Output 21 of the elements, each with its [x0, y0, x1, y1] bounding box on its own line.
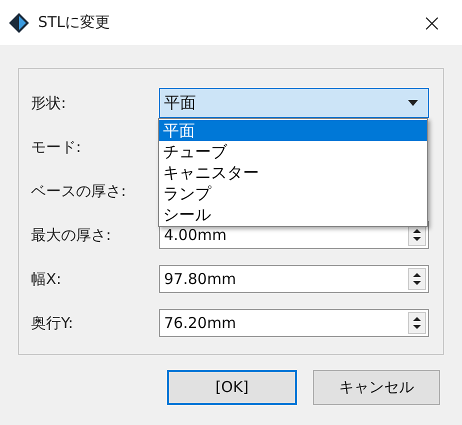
field-label: モード: [31, 136, 82, 158]
field-label: 奥行Y: [31, 312, 74, 334]
field-label: 最大の厚さ: [31, 224, 112, 246]
field-label: 形状: [31, 92, 68, 114]
dropdown-item[interactable]: ランプ [159, 183, 427, 204]
close-button[interactable]: × [422, 10, 442, 34]
dropdown-item[interactable]: キャニスター [159, 162, 427, 183]
spin-arrows-icon[interactable] [408, 312, 426, 334]
ok-button[interactable]: [OK] [167, 370, 297, 405]
number-field[interactable]: 97.80mm [159, 265, 429, 293]
spin-arrows-icon[interactable] [408, 268, 426, 290]
dropdown-item[interactable]: 平面 [159, 120, 427, 141]
shape-dropdown[interactable]: 平面 [159, 88, 429, 118]
app-logo-icon [8, 12, 30, 34]
field-label: 幅X: [31, 268, 62, 290]
window-title: STLに変更 [38, 12, 110, 34]
number-field[interactable]: 76.20mm [159, 309, 429, 337]
caret-icon [408, 100, 418, 106]
cancel-button[interactable]: キャンセル [313, 370, 440, 405]
field-label: ベースの厚さ: [31, 180, 128, 202]
dropdown-item[interactable]: チューブ [159, 141, 427, 162]
